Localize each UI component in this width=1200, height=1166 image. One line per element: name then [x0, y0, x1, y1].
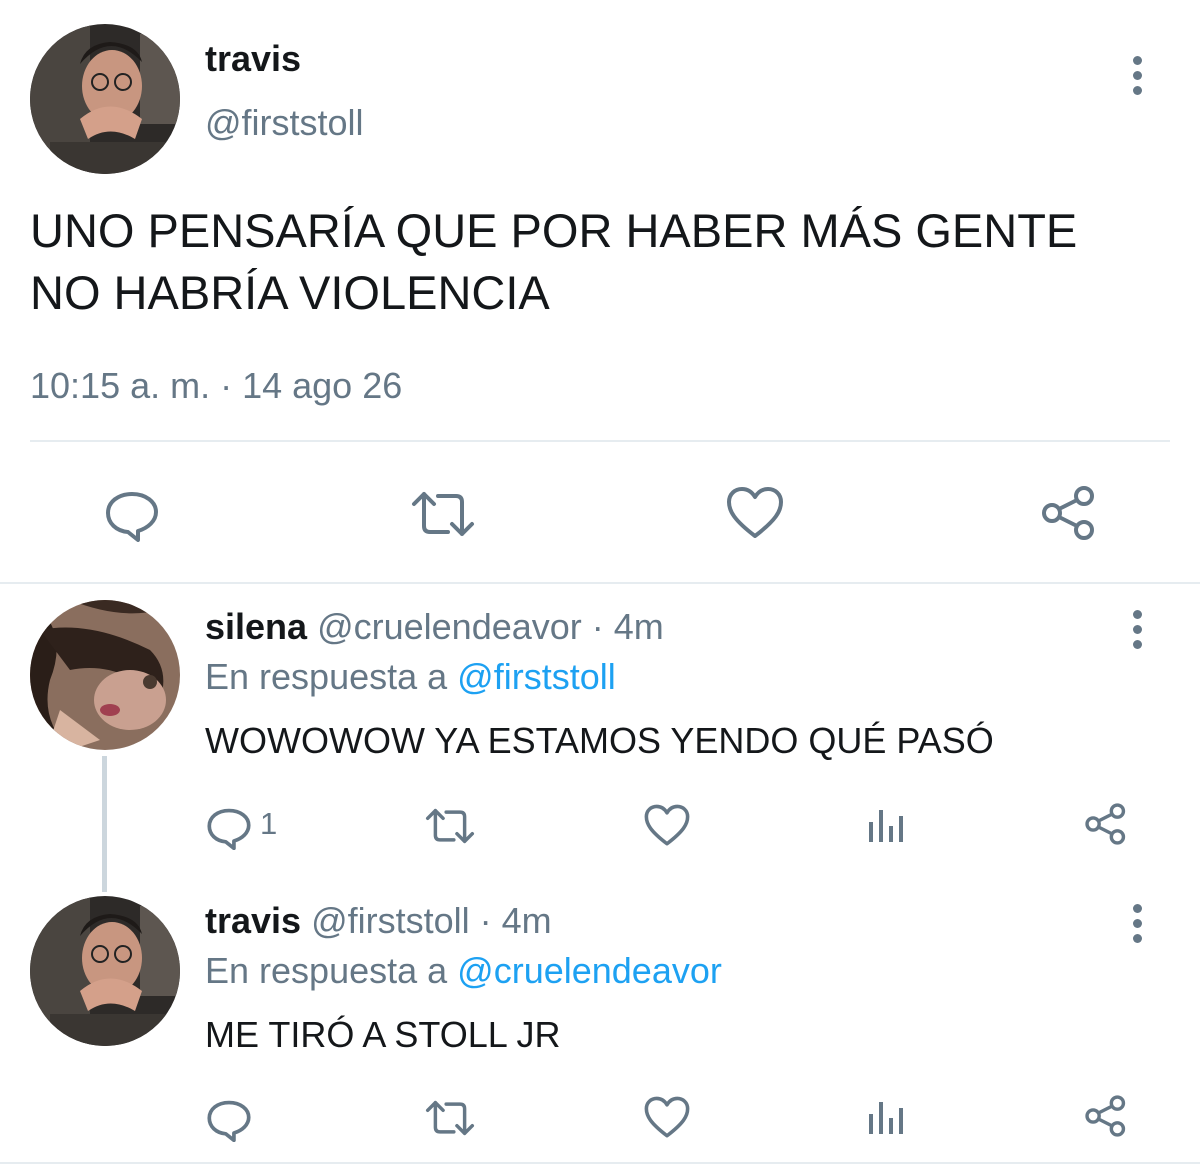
- reply-context-label: En respuesta a: [205, 656, 448, 697]
- divider: [30, 440, 1170, 442]
- more-options-icon[interactable]: [1133, 904, 1143, 949]
- analytics-icon[interactable]: [866, 1096, 906, 1136]
- avatar[interactable]: [30, 24, 180, 174]
- avatar[interactable]: [30, 896, 180, 1046]
- share-icon[interactable]: [1084, 1094, 1128, 1138]
- reply-count: 1: [260, 806, 278, 841]
- reply-context-label: En respuesta a: [205, 950, 448, 991]
- tweet-text-line: NO HABRÍA VIOLENCIA: [30, 266, 550, 319]
- analytics-icon[interactable]: [866, 804, 906, 844]
- retweet-icon[interactable]: [424, 806, 476, 846]
- avatar[interactable]: [30, 600, 180, 750]
- reply-icon[interactable]: [104, 486, 160, 542]
- reply-header: silena @cruelendeavor · 4m: [205, 606, 664, 648]
- reply-icon[interactable]: [206, 804, 252, 850]
- timestamp[interactable]: · 4m: [480, 900, 552, 941]
- more-options-icon[interactable]: [1133, 610, 1143, 655]
- more-options-icon[interactable]: [1133, 56, 1143, 101]
- timestamp[interactable]: · 4m: [592, 606, 664, 647]
- reply-context: En respuesta a @firststoll: [205, 656, 616, 698]
- tweet-text: WOWOWOW YA ESTAMOS YENDO QUÉ PASÓ: [205, 720, 994, 761]
- retweet-icon[interactable]: [424, 1098, 476, 1138]
- share-icon[interactable]: [1084, 802, 1128, 846]
- display-name[interactable]: silena: [205, 606, 307, 647]
- tweet-text: UNO PENSARÍA QUE POR HABER MÁS GENTE NO …: [30, 200, 1077, 324]
- divider: [0, 1162, 1200, 1164]
- mention-link[interactable]: @firststoll: [457, 656, 616, 697]
- like-icon[interactable]: [644, 1096, 690, 1139]
- reply-icon[interactable]: [206, 1096, 252, 1142]
- handle[interactable]: @firststoll: [311, 900, 470, 941]
- retweet-icon[interactable]: [410, 488, 476, 540]
- handle[interactable]: @firststoll: [205, 102, 364, 144]
- mention-link[interactable]: @cruelendeavor: [457, 950, 722, 991]
- display-name[interactable]: travis: [205, 900, 301, 941]
- thread-line: [102, 756, 107, 892]
- reply-context: En respuesta a @cruelendeavor: [205, 950, 722, 992]
- divider: [0, 582, 1200, 584]
- tweet-text: ME TIRÓ A STOLL JR: [205, 1014, 561, 1055]
- tweet-text-line: UNO PENSARÍA QUE POR HABER MÁS GENTE: [30, 204, 1078, 257]
- display-name[interactable]: travis: [205, 38, 301, 80]
- like-icon[interactable]: [644, 804, 690, 847]
- handle[interactable]: @cruelendeavor: [317, 606, 582, 647]
- like-icon[interactable]: [726, 486, 784, 540]
- timestamp[interactable]: 10:15 a. m. · 14 ago 26: [30, 365, 402, 407]
- share-icon[interactable]: [1040, 484, 1098, 542]
- reply-header: travis @firststoll · 4m: [205, 900, 552, 942]
